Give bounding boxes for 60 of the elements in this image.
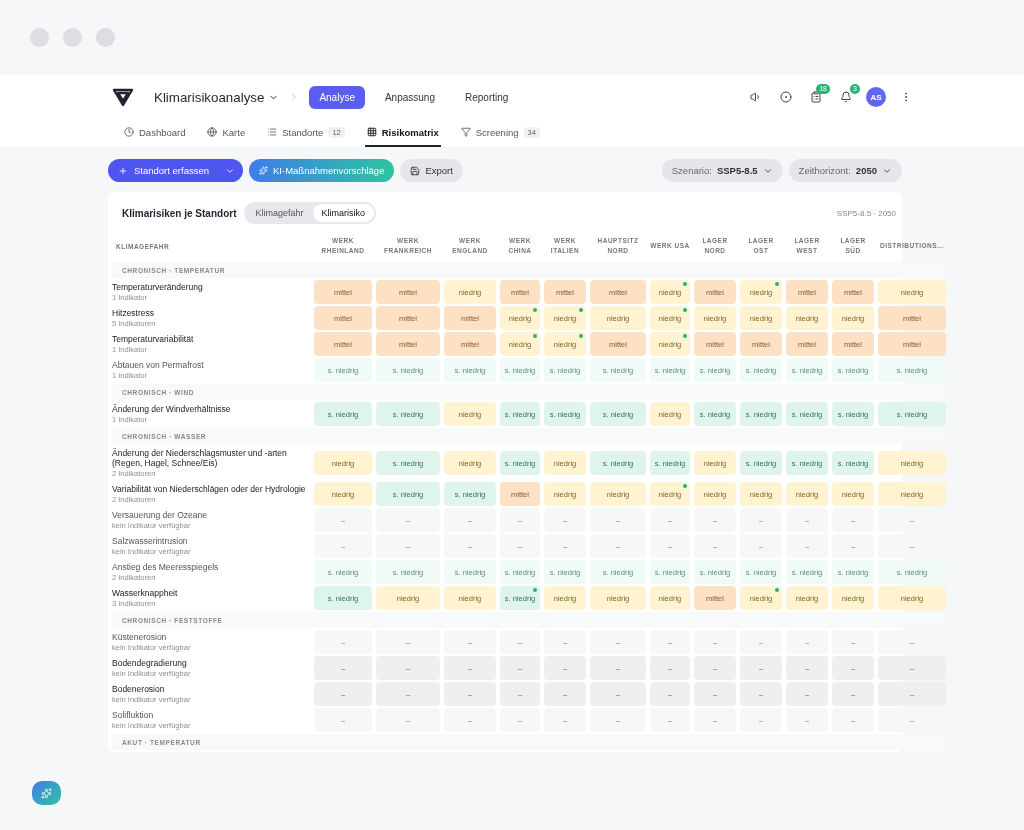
list-icon xyxy=(267,127,278,137)
hazard-name: Anstieg des Meeresspiegels xyxy=(112,562,220,572)
toggle-option[interactable]: Klimagefahr xyxy=(246,204,313,222)
nav-tab[interactable]: Anpassung xyxy=(374,85,445,109)
app-switcher[interactable]: Klimarisikoanalyse xyxy=(154,89,280,105)
clipboard-icon xyxy=(810,91,822,103)
status-dot xyxy=(683,282,687,286)
window-control[interactable] xyxy=(63,28,82,47)
status-dot xyxy=(579,334,583,338)
globe-icon xyxy=(207,127,218,137)
time-horizon-dropdown[interactable]: Zeithorizont: 2050 xyxy=(788,159,902,182)
toggle-option[interactable]: Klimarisiko xyxy=(312,204,375,222)
speaker-icon xyxy=(750,91,762,103)
sparkles-icon xyxy=(259,166,268,175)
add-site-button[interactable]: Standort erfassen xyxy=(108,159,243,182)
hazard-name: Hitzestress xyxy=(112,308,156,318)
target-icon xyxy=(780,91,792,103)
status-dot xyxy=(579,308,583,312)
status-dot xyxy=(683,308,687,312)
hazard-name: Versauerung der Ozeane xyxy=(112,510,208,520)
status-dot xyxy=(683,484,687,488)
hazard-name: Wasserknappheit xyxy=(112,588,179,598)
sub-tab[interactable]: Dashboard xyxy=(122,119,188,147)
bell-icon xyxy=(840,91,852,103)
user-avatar[interactable]: AS xyxy=(866,87,886,107)
window-control[interactable] xyxy=(96,28,115,47)
hazard-name: Salzwasserintrusion xyxy=(112,536,189,546)
hazard-name: Küstenerosion xyxy=(112,632,168,642)
clock-icon xyxy=(124,127,134,137)
status-dot xyxy=(775,282,779,286)
logo-icon xyxy=(112,87,134,107)
status-dot xyxy=(683,334,687,338)
nav-tab[interactable]: Analyse xyxy=(309,85,365,109)
hazard-name: Temperaturvariabilität xyxy=(112,334,195,344)
status-dot xyxy=(533,334,537,338)
hazard-name: Abtauen von Permafrost xyxy=(112,360,205,370)
hazard-name: Solifluktion xyxy=(112,710,155,720)
status-dot xyxy=(775,588,779,592)
hazard-name: Variabilität von Niederschlägen oder der Hydrologie xyxy=(112,484,307,494)
status-dot xyxy=(533,588,537,592)
card-title: Klimarisiken je Standort xyxy=(122,207,237,219)
scenario-dropdown[interactable]: Szenario: SSP5-8.5 xyxy=(661,159,783,182)
hazard-name: Änderung der Windverhältnisse xyxy=(112,404,232,414)
nav-tab[interactable]: Reporting xyxy=(455,85,519,109)
grid-icon xyxy=(366,127,377,137)
export-button[interactable]: Export xyxy=(400,159,463,182)
sub-tab[interactable]: Karte xyxy=(205,119,248,147)
status-dot xyxy=(533,308,537,312)
window-control[interactable] xyxy=(30,28,49,47)
hazard-name: Änderung der Niederschlagsmuster und -arten (Regen, Hagel, Schnee/Eis) xyxy=(112,448,288,468)
save-icon xyxy=(410,165,421,176)
scenario-caption: SSP5-8.5 · 2050 xyxy=(836,208,896,218)
hazard-name: Bodendegradierung xyxy=(112,658,188,668)
assistant-button[interactable] xyxy=(32,781,61,805)
sub-tab[interactable]: Risikomatrix xyxy=(364,119,441,147)
hazard-name: Bodenerosion xyxy=(112,684,166,694)
filter-icon xyxy=(460,127,471,137)
plus-icon xyxy=(118,165,128,176)
sparkles-icon xyxy=(41,787,52,799)
hazard-name: Temperaturveränderung xyxy=(112,282,204,292)
